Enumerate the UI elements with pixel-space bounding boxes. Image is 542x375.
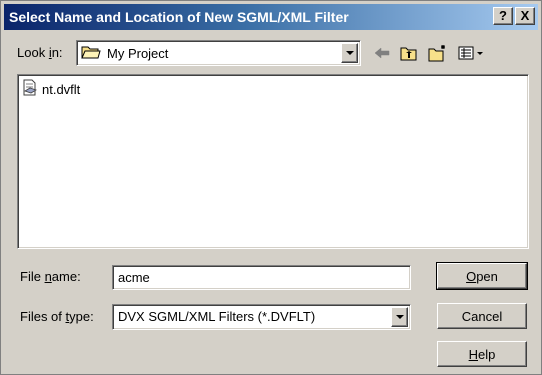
help-button-accel: H [468,346,479,362]
open-button-accel: O [466,268,477,284]
files-of-type-label: Files of type: [20,309,94,324]
filter-file-icon [22,79,40,99]
look-in-label: Look in: [17,45,63,60]
help-button-label: elp [478,346,496,362]
look-in-value: My Project [107,46,169,61]
files-of-type-value: DVX SGML/XML Filters (*.DVFLT) [118,309,316,324]
save-dialog: Select Name and Location of New SGML/XML… [0,0,542,375]
file-name-label: File name: [20,269,81,284]
back-arrow-icon[interactable] [371,43,393,63]
up-one-level-icon[interactable] [398,43,420,63]
new-folder-icon[interactable] [427,43,449,63]
window-title: Select Name and Location of New SGML/XML… [9,9,349,25]
look-in-label-pre: Look [17,45,49,60]
file-name: nt.dvflt [42,81,81,97]
look-in-dropdown[interactable]: My Project [76,40,361,66]
files-of-type-label-post: ype: [69,309,94,324]
files-of-type-dropdown[interactable]: DVX SGML/XML Filters (*.DVFLT) [112,304,411,330]
file-name-label-accel: n [44,269,52,284]
files-of-type-dropdown-arrow[interactable] [391,307,408,327]
close-button[interactable]: X [515,7,535,25]
file-list[interactable]: nt.dvflt [17,74,529,249]
help-button[interactable]: Help [437,341,527,367]
help-title-button[interactable]: ? [493,7,513,25]
folder-icon [81,44,101,63]
file-name-label-post: ame: [51,269,81,284]
look-in-dropdown-arrow[interactable] [341,43,358,63]
files-of-type-label-pre: Files of [20,309,66,324]
open-button[interactable]: Open [436,262,528,290]
open-button-label: pen [476,268,498,284]
title-bar[interactable]: Select Name and Location of New SGML/XML… [4,4,538,30]
file-name-input[interactable] [112,265,411,290]
cancel-button-label: Cancel [461,308,503,324]
view-menu-icon[interactable] [456,43,486,63]
file-name-label-pre: File [20,269,45,284]
list-item[interactable]: nt.dvflt [22,79,80,99]
cancel-button[interactable]: Cancel [437,303,527,329]
look-in-label-post: n: [51,45,63,60]
